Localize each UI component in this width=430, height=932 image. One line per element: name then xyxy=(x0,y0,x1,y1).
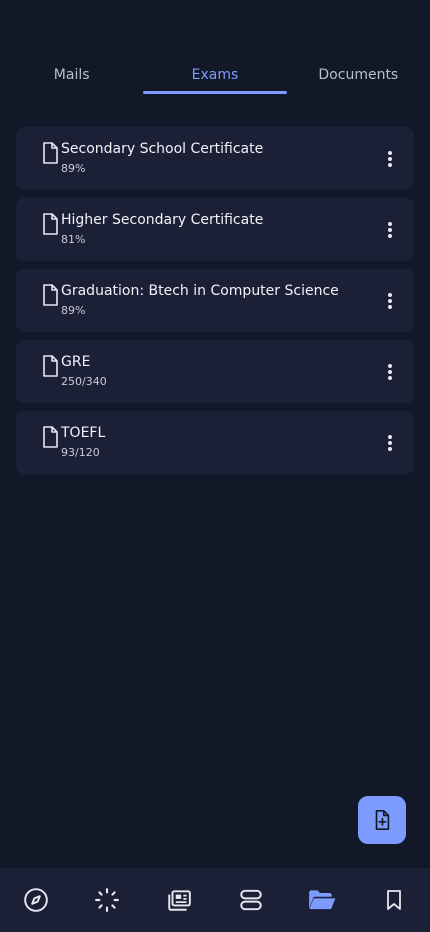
exam-title: Graduation: Btech in Computer Science xyxy=(61,283,339,299)
nav-explore[interactable] xyxy=(16,880,56,920)
bottom-nav xyxy=(0,868,430,932)
document-icon xyxy=(43,355,58,377)
nav-bookmarks[interactable] xyxy=(374,880,414,920)
tab-mails[interactable]: Mails xyxy=(0,58,143,94)
nav-layers[interactable] xyxy=(231,880,271,920)
list-item[interactable]: Higher Secondary Certificate 81% xyxy=(16,198,414,261)
tab-exams[interactable]: Exams xyxy=(143,58,287,94)
list-item[interactable]: Graduation: Btech in Computer Science 89… xyxy=(16,269,414,332)
document-icon xyxy=(43,142,58,164)
more-options-icon[interactable] xyxy=(378,145,402,173)
compass-icon xyxy=(24,888,48,912)
tab-bar: Mails Exams Documents xyxy=(0,58,430,94)
list-item[interactable]: Secondary School Certificate 89% xyxy=(16,127,414,190)
exam-title: TOEFL xyxy=(61,425,106,441)
nav-files[interactable] xyxy=(302,880,342,920)
nav-loading[interactable] xyxy=(87,880,127,920)
exam-score: 89% xyxy=(61,304,86,317)
document-icon xyxy=(43,284,58,306)
app-root: Mails Exams Documents Secondary School C… xyxy=(0,0,430,932)
add-document-icon xyxy=(375,810,390,830)
more-options-icon[interactable] xyxy=(378,358,402,386)
more-options-icon[interactable] xyxy=(378,287,402,315)
list-item[interactable]: TOEFL 93/120 xyxy=(16,411,414,474)
exam-score: 81% xyxy=(61,233,86,246)
document-icon xyxy=(43,213,58,235)
spinner-icon xyxy=(95,888,120,912)
exam-score: 250/340 xyxy=(61,375,107,388)
news-icon xyxy=(168,890,191,911)
list-item[interactable]: GRE 250/340 xyxy=(16,340,414,403)
tab-documents[interactable]: Documents xyxy=(287,58,430,94)
folder-open-icon xyxy=(309,890,336,910)
exam-title: Secondary School Certificate xyxy=(61,141,264,157)
document-icon xyxy=(43,426,58,448)
nav-news[interactable] xyxy=(159,880,199,920)
layers-icon xyxy=(240,889,262,911)
add-document-button[interactable] xyxy=(358,796,406,844)
more-options-icon[interactable] xyxy=(378,429,402,457)
exam-title: GRE xyxy=(61,354,91,370)
exam-score: 89% xyxy=(61,162,86,175)
bookmark-icon xyxy=(387,890,402,910)
more-options-icon[interactable] xyxy=(378,216,402,244)
exam-list: Secondary School Certificate 89% Higher … xyxy=(16,127,414,482)
exam-score: 93/120 xyxy=(61,446,100,459)
exam-title: Higher Secondary Certificate xyxy=(61,212,264,228)
